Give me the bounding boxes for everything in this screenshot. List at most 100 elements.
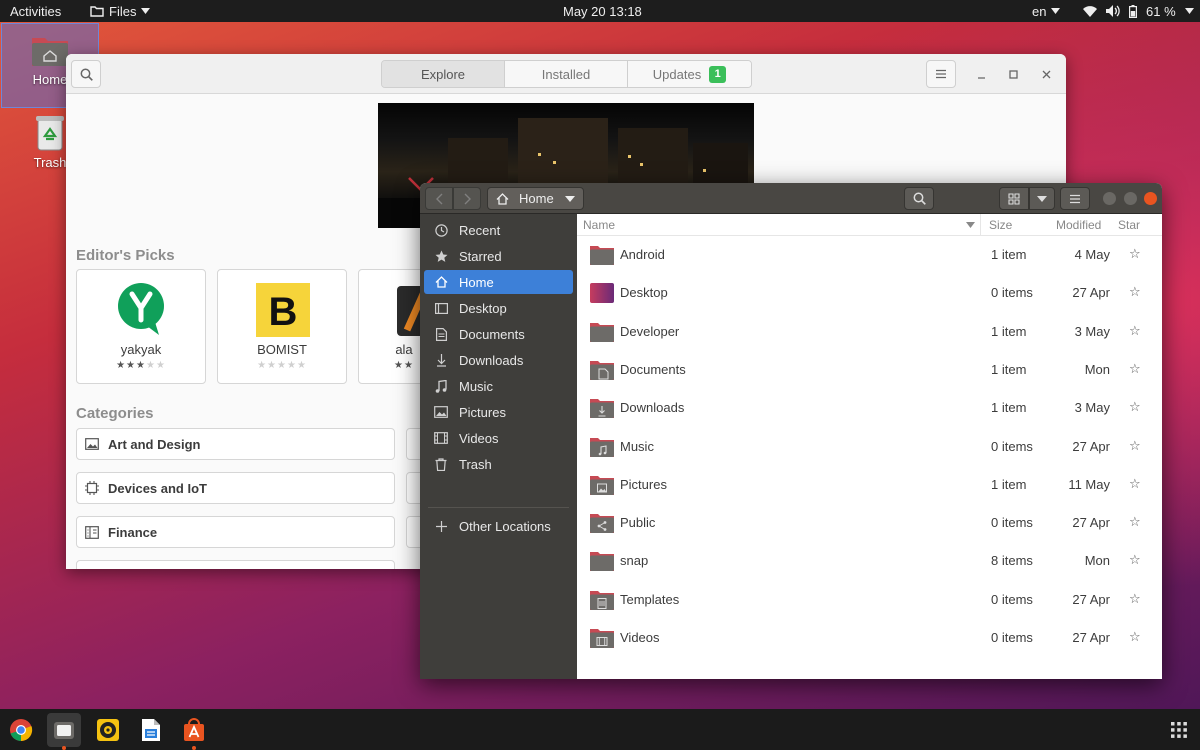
volume-icon (1106, 5, 1120, 17)
dock-app-rhythmbox[interactable] (91, 713, 125, 747)
star-toggle-icon[interactable]: ☆ (1129, 476, 1141, 492)
back-button[interactable] (425, 187, 453, 210)
close-icon (1042, 70, 1050, 78)
column-header-size[interactable]: Size (989, 218, 1012, 232)
tab-updates[interactable]: Updates 1 (628, 61, 751, 87)
tab-label: Installed (541, 66, 591, 82)
sidebar-item-videos[interactable]: Videos (424, 426, 573, 450)
app-card-rating: ★★★★★ (77, 360, 205, 371)
maximize-button[interactable] (1124, 192, 1137, 205)
sidebar-item-recent[interactable]: Recent (424, 218, 573, 242)
category-devices-and-iot[interactable]: Devices and IoT (76, 472, 395, 504)
star-toggle-icon[interactable]: ☆ (1129, 438, 1141, 454)
software-menu-button[interactable] (926, 60, 956, 88)
file-name: Public (620, 515, 656, 531)
category-art-and-design[interactable]: Art and Design (76, 428, 395, 460)
star-toggle-icon[interactable]: ☆ (1129, 591, 1141, 607)
dock-app-chrome[interactable] (4, 713, 38, 747)
star-toggle-icon[interactable]: ☆ (1129, 399, 1141, 415)
files-search-button[interactable] (904, 187, 934, 210)
file-name: Templates (620, 591, 680, 607)
sidebar-item-downloads[interactable]: Downloads (424, 348, 573, 372)
forward-icon (464, 193, 471, 204)
sidebar-item-desktop[interactable]: Desktop (424, 296, 573, 320)
star-icon: ★ (404, 360, 414, 371)
file-row[interactable]: Templates 0 items 27 Apr ☆ (577, 581, 1162, 619)
sidebar-item-other-locations[interactable]: Other Locations (424, 514, 573, 538)
file-row[interactable]: Music 0 items 27 Apr ☆ (577, 428, 1162, 466)
file-row[interactable]: Documents 1 item Mon ☆ (577, 351, 1162, 389)
forward-button[interactable] (453, 187, 481, 210)
close-button[interactable] (1144, 192, 1157, 205)
star-toggle-icon[interactable]: ☆ (1129, 514, 1141, 530)
dock-app-files[interactable] (47, 713, 81, 750)
view-mode-button[interactable] (999, 187, 1029, 210)
tab-explore[interactable]: Explore (382, 61, 505, 87)
keyboard-layout[interactable]: en (1032, 0, 1061, 22)
category-card-partial[interactable] (76, 560, 395, 569)
file-list: Name Size Modified Star Android 1 item 4 M… (577, 214, 1162, 679)
activities-button[interactable]: Activities (10, 0, 61, 22)
finance-icon (85, 525, 99, 539)
document-icon (435, 327, 447, 341)
star-toggle-icon[interactable]: ☆ (1129, 629, 1141, 645)
show-applications-button[interactable] (1162, 713, 1196, 747)
file-row[interactable]: Pictures 1 item 11 May ☆ (577, 466, 1162, 504)
files-app-icon (90, 6, 104, 17)
app-menu-button[interactable]: Files (90, 0, 151, 22)
column-header-modified[interactable]: Modified (1056, 218, 1101, 232)
sidebar-item-label: Downloads (459, 352, 524, 368)
clock[interactable]: May 20 13:18 (563, 0, 642, 22)
file-name: Videos (620, 630, 660, 645)
file-row[interactable]: Downloads 1 item 3 May ☆ (577, 389, 1162, 427)
star-toggle-icon[interactable]: ☆ (1129, 323, 1141, 339)
minimize-button[interactable] (973, 66, 989, 82)
app-card-yakyak[interactable]: yakyak ★★★★★ (76, 269, 206, 384)
file-size: 0 items (991, 591, 1033, 607)
search-button[interactable] (71, 60, 101, 88)
dock (0, 709, 1200, 750)
file-row[interactable]: Desktop 0 items 27 Apr ☆ (577, 274, 1162, 312)
column-header-star[interactable]: Star (1118, 218, 1140, 232)
chevron-down-icon (141, 8, 151, 14)
sidebar-divider (428, 507, 569, 508)
star-icon: ★ (277, 360, 287, 371)
close-button[interactable] (1038, 66, 1054, 82)
sidebar-item-music[interactable]: Music (424, 374, 573, 398)
file-row[interactable]: snap 8 items Mon ☆ (577, 542, 1162, 580)
dock-app-writer[interactable] (134, 713, 168, 747)
minimize-button[interactable] (1103, 192, 1116, 205)
star-toggle-icon[interactable]: ☆ (1129, 284, 1141, 300)
folder-icon (590, 322, 614, 342)
sidebar-item-home[interactable]: Home (424, 270, 573, 294)
star-toggle-icon[interactable]: ☆ (1129, 361, 1141, 377)
sidebar-item-documents[interactable]: Documents (424, 322, 573, 346)
files-headerbar: Home (420, 183, 1162, 214)
category-finance[interactable]: Finance (76, 516, 395, 548)
battery-icon (1129, 4, 1137, 18)
system-menu[interactable]: 61 % (1083, 0, 1194, 22)
files-menu-button[interactable] (1060, 187, 1090, 210)
location-breadcrumb[interactable]: Home (487, 187, 584, 210)
star-icon (435, 250, 447, 262)
app-card-bomist[interactable]: B BOMIST ★★★★★ (217, 269, 347, 384)
star-toggle-icon[interactable]: ☆ (1129, 246, 1141, 262)
category-label: Devices and IoT (108, 480, 207, 496)
tab-installed[interactable]: Installed (505, 61, 628, 87)
file-row[interactable]: Public 0 items 27 Apr ☆ (577, 504, 1162, 542)
file-row[interactable]: Android 1 item 4 May ☆ (577, 236, 1162, 274)
column-header-name[interactable]: Name (583, 218, 615, 232)
file-size: 1 item (991, 400, 1027, 416)
maximize-button[interactable] (1005, 66, 1021, 82)
sidebar-item-trash[interactable]: Trash (424, 452, 573, 476)
dock-app-software[interactable] (177, 713, 211, 750)
file-row[interactable]: Videos 0 items 27 Apr ☆ (577, 619, 1162, 657)
sidebar-item-starred[interactable]: Starred (424, 244, 573, 268)
battery-label: 61 % (1146, 3, 1176, 19)
file-row[interactable]: Developer 1 item 3 May ☆ (577, 313, 1162, 351)
back-icon (435, 193, 442, 204)
view-options-button[interactable] (1029, 187, 1055, 210)
sidebar-item-pictures[interactable]: Pictures (424, 400, 573, 424)
files-sidebar: Recent Starred Home Desktop Documents Do… (420, 214, 577, 679)
star-toggle-icon[interactable]: ☆ (1129, 552, 1141, 568)
